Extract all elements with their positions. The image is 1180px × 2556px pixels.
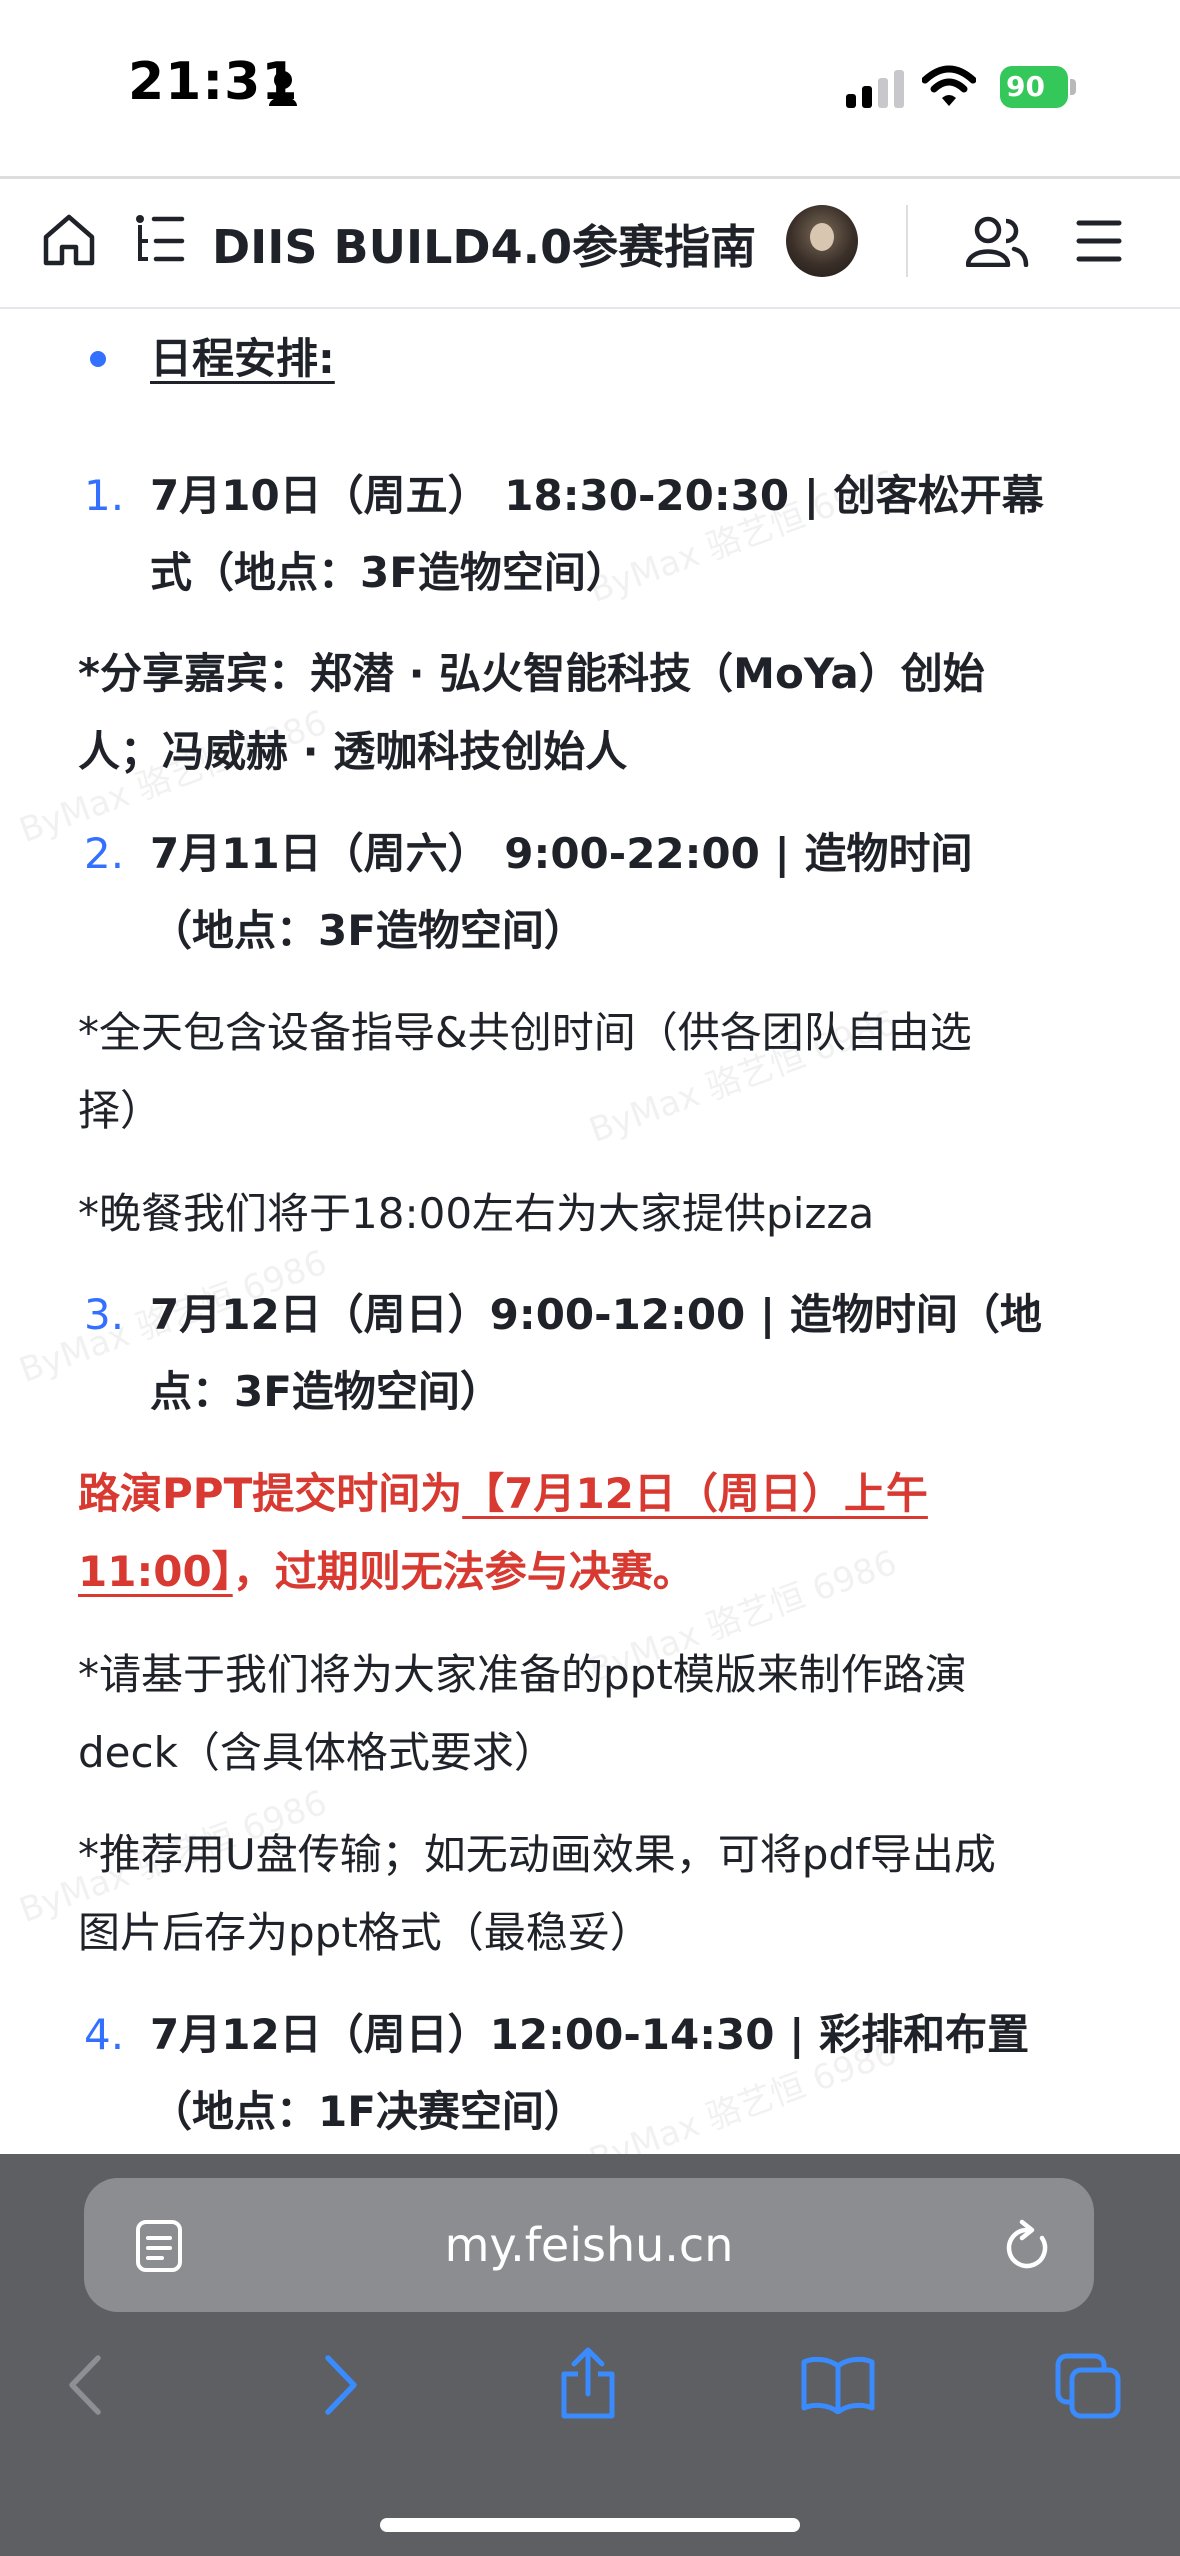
transfer-note: *推荐用U盘传输；如无动画效果，可将pdf导出成 xyxy=(78,1830,996,1879)
dinner-note: *晚餐我们将于18:00左右为大家提供pizza xyxy=(78,1189,875,1238)
share-icon[interactable] xyxy=(556,2346,620,2420)
deadline-prefix: 路演PPT提交时间为 xyxy=(78,1469,463,1518)
wifi-icon xyxy=(922,65,976,106)
schedule-item-2-cont: （地点：3F造物空间） xyxy=(150,906,586,955)
reload-icon[interactable] xyxy=(1002,2218,1052,2272)
outline-icon[interactable] xyxy=(134,213,186,267)
list-number: 2. xyxy=(84,829,125,878)
schedule-item-3-cont: 点：3F造物空间） xyxy=(150,1367,502,1416)
header-divider xyxy=(906,205,908,277)
schedule-item-4-cont: （地点：1F决赛空间） xyxy=(150,2087,586,2136)
status-bar: 21:31 90 xyxy=(0,0,1180,176)
deadline-date: 【7月12日（周日）上午 xyxy=(462,1469,928,1518)
deadline-time: 11:00】 xyxy=(78,1547,233,1596)
schedule-item-4: 7月12日（周日）12:00-14:30 | 彩排和布置 xyxy=(150,2010,1030,2059)
transfer-note-cont: 图片后存为ppt格式（最稳妥） xyxy=(78,1908,652,1957)
day2-note: *全天包含设备指导&共创时间（供各团队自由选 xyxy=(78,1008,972,1057)
schedule-item-2: 7月11日（周六） 9:00-22:00 | 造物时间 xyxy=(150,829,973,878)
bookmarks-icon[interactable] xyxy=(800,2354,876,2414)
schedule-item-1: 7月10日（周五） 18:30-20:30 | 创客松开幕 xyxy=(150,471,1044,520)
list-number: 1. xyxy=(84,471,125,520)
person-icon xyxy=(269,71,297,106)
schedule-item-1-cont: 式（地点：3F造物空间） xyxy=(150,548,628,597)
browser-toolbar: my.feishu.cn xyxy=(0,2154,1180,2556)
battery-indicator: 90 xyxy=(1000,66,1076,108)
deadline-notice-cont: 11:00】，过期则无法参与决赛。 xyxy=(78,1542,695,1602)
home-icon[interactable] xyxy=(40,211,98,269)
doc-title: DIIS BUILD4.0参赛指南 xyxy=(212,220,757,274)
doc-content: ByMax 骆艺恒 6986 ByMax 骆艺恒 6986 ByMax 骆艺恒 … xyxy=(0,309,1180,2154)
home-indicator xyxy=(380,2518,800,2532)
forward-icon[interactable] xyxy=(320,2354,360,2416)
list-number: 4. xyxy=(84,2010,125,2059)
template-note: *请基于我们将为大家准备的ppt模版来制作路演 xyxy=(78,1650,967,1699)
guests-note-cont: 人；冯威赫 · 透咖科技创始人 xyxy=(78,727,628,776)
cellular-signal-icon xyxy=(846,70,904,108)
deadline-suffix: ，过期则无法参与决赛。 xyxy=(232,1547,695,1596)
template-note-cont: deck（含具体格式要求） xyxy=(78,1728,556,1777)
watermark: ByMax 骆艺恒 6986 xyxy=(11,309,332,312)
avatar[interactable] xyxy=(786,205,858,277)
battery-level: 90 xyxy=(1006,70,1045,103)
list-number: 3. xyxy=(84,1290,125,1339)
address-bar[interactable]: my.feishu.cn xyxy=(84,2178,1094,2312)
bullet-point xyxy=(90,351,106,367)
url-text[interactable]: my.feishu.cn xyxy=(84,2218,1094,2272)
deadline-notice: 路演PPT提交时间为【7月12日（周日）上午 xyxy=(78,1464,928,1524)
menu-icon[interactable] xyxy=(1076,219,1122,263)
back-icon[interactable] xyxy=(66,2354,106,2416)
schedule-heading: 日程安排: xyxy=(150,334,335,383)
day2-note-cont: 择） xyxy=(78,1086,163,1135)
tabs-icon[interactable] xyxy=(1054,2352,1124,2420)
guests-note: *分享嘉宾：郑潜 · 弘火智能科技（MoYa）创始 xyxy=(78,649,985,698)
doc-header: DIIS BUILD4.0参赛指南 xyxy=(0,179,1180,309)
collaborators-icon[interactable] xyxy=(966,215,1030,267)
schedule-item-3: 7月12日（周日）9:00-12:00 | 造物时间（地 xyxy=(150,1290,1042,1339)
